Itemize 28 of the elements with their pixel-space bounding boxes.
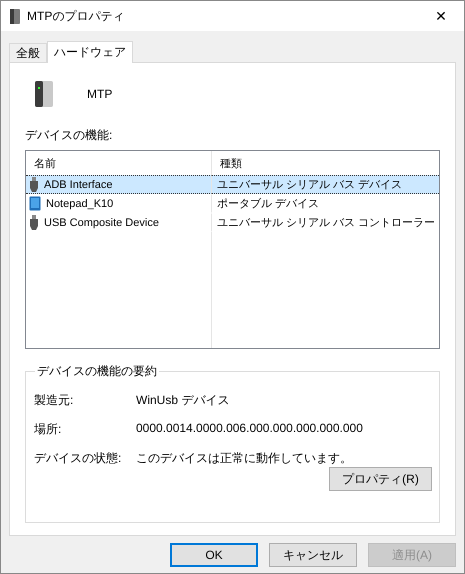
- portable-device-icon: [29, 196, 41, 211]
- drive-icon: [33, 79, 55, 109]
- list-item[interactable]: Notepad_K10: [26, 194, 212, 213]
- device-name: MTP: [87, 87, 112, 101]
- field-label: 場所:: [34, 421, 62, 438]
- field-value: WinUsb デバイス: [136, 392, 230, 409]
- list-item[interactable]: ADB Interface: [26, 175, 212, 194]
- tab[interactable]: 全般: [9, 43, 47, 62]
- dialog-button[interactable]: OK: [170, 543, 258, 567]
- window-title: MTPのプロパティ: [27, 8, 126, 24]
- field-label: 製造元:: [34, 392, 74, 409]
- properties-button[interactable]: プロパティ(R): [329, 467, 432, 491]
- column-header[interactable]: 種類: [212, 151, 439, 175]
- tab[interactable]: ハードウェア: [47, 41, 133, 63]
- list-item[interactable]: USB Composite Device: [26, 213, 212, 232]
- dialog-button[interactable]: キャンセル: [269, 543, 357, 567]
- device-icon: [9, 8, 21, 24]
- functions-label: デバイスの機能:: [25, 127, 114, 144]
- usb-plug-icon: [29, 177, 39, 192]
- usb-plug-icon: [29, 215, 39, 230]
- list-cell-text: ユニバーサル シリアル バス コントローラー: [216, 216, 436, 231]
- close-button[interactable]: ✕: [418, 1, 464, 31]
- field-label: デバイスの状態:: [34, 450, 122, 467]
- list-cell-text: ポータブル デバイス: [216, 196, 320, 212]
- group-title: デバイスの機能の要約: [36, 363, 158, 380]
- field-value: このデバイスは正常に動作しています。: [136, 450, 353, 467]
- list-cell: ユニバーサル シリアル バス デバイス: [212, 175, 439, 194]
- field-value: 0000.0014.0000.006.000.000.000.000.000: [136, 421, 364, 437]
